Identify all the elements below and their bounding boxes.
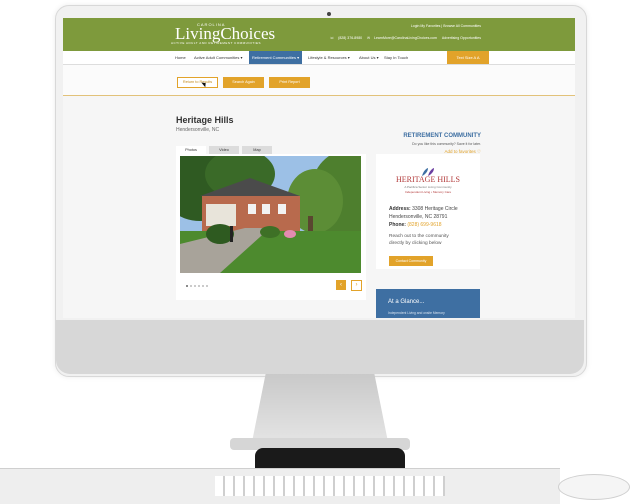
- keyboard-keys: [215, 476, 445, 496]
- community-services: Independent Living • Memory Care: [404, 190, 452, 194]
- community-name: HERITAGE HILLS: [395, 175, 460, 184]
- search-again-button[interactable]: Search Again: [223, 77, 264, 88]
- keyboard: [0, 468, 639, 504]
- house-photo-illustration: [180, 156, 361, 273]
- tab-photos[interactable]: Photos: [176, 146, 206, 154]
- reach-out-text-2: directly by clicking below: [389, 241, 442, 246]
- header-links[interactable]: Login My Favorites | Browse All Communit…: [411, 24, 481, 28]
- gallery-dot[interactable]: [186, 285, 188, 287]
- community-tagline: A Pacifica Senior Living Community: [404, 185, 452, 189]
- gallery-prev-button[interactable]: ‹: [336, 280, 346, 290]
- gallery-dot[interactable]: [202, 285, 204, 287]
- community-phone[interactable]: (828) 699-9618: [407, 222, 441, 228]
- camera-dot: [327, 12, 331, 16]
- monitor-chin: [56, 320, 584, 374]
- community-info-card: HERITAGE HILLS A Pacifica Senior Living …: [376, 154, 480, 269]
- mouse: [558, 474, 630, 500]
- return-to-results-button[interactable]: Return to Results: [177, 77, 218, 88]
- phone-label: Phone:: [389, 222, 406, 228]
- listing-location: Hendersonville, NC: [176, 127, 220, 133]
- contact-community-button[interactable]: Contact Community: [389, 256, 433, 266]
- at-a-glance-panel: At a Glance... Independent Living and on…: [376, 289, 480, 318]
- nav-home[interactable]: Home: [175, 55, 186, 60]
- nav-active-adult[interactable]: Active Adult Communities ▾: [194, 55, 242, 60]
- gallery-dot[interactable]: [198, 285, 200, 287]
- nav-stay-in-touch[interactable]: Stay In Touch: [384, 55, 408, 60]
- mail-icon: ✉: [367, 36, 371, 40]
- reach-out-text-1: Reach out to the community: [389, 234, 449, 239]
- screen: CAROLINA LivingChoices ACTIVE ADULT AND …: [63, 18, 575, 318]
- nav-about[interactable]: About Us ▾: [359, 55, 379, 60]
- nav-lifestyle[interactable]: Lifestyle & Resources ▾: [308, 55, 350, 60]
- photo-gallery: ‹ ›: [176, 154, 366, 300]
- phone-icon: ☏: [329, 36, 335, 40]
- save-prompt: Do you like this community? Save it for …: [412, 142, 481, 146]
- gallery-dot[interactable]: [194, 285, 196, 287]
- nav-retirement[interactable]: Retirement Communities ▾: [249, 51, 303, 64]
- listing-main: Heritage Hills Hendersonville, NC Photos…: [63, 96, 575, 318]
- header-email[interactable]: LearnMore@CarolinaLivingChoices.com: [374, 36, 437, 40]
- gallery-dot[interactable]: [206, 285, 208, 287]
- community-photo[interactable]: [180, 156, 361, 273]
- main-nav: Home Active Adult Communities ▾ Retireme…: [63, 51, 575, 65]
- address-line-1: Address: 3308 Heritage Circle: [389, 206, 458, 212]
- tab-video[interactable]: Video: [209, 146, 239, 154]
- header-contact: ☏ (828) 376-8980 ✉ LearnMore@CarolinaLivin…: [326, 36, 481, 40]
- site-header: CAROLINA LivingChoices ACTIVE ADULT AND …: [63, 18, 575, 51]
- address-street: 3308 Heritage Circle: [412, 206, 458, 212]
- text-size-button[interactable]: Text Size A A: [447, 51, 489, 64]
- logo-sub: ACTIVE ADULT AND RETIREMENT COMMUNITIES: [171, 41, 262, 45]
- address-label: Address:: [389, 206, 411, 212]
- phone-line: Phone: (828) 699-9618: [389, 222, 442, 228]
- header-phone[interactable]: (828) 376-8980: [338, 36, 362, 40]
- header-advertising[interactable]: Advertising Opportunities: [442, 36, 481, 40]
- print-report-button[interactable]: Print Report: [269, 77, 310, 88]
- monitor-stand: [252, 374, 388, 442]
- page-title: Heritage Hills: [176, 115, 234, 125]
- gallery-next-button[interactable]: ›: [351, 280, 362, 291]
- gallery-dot[interactable]: [190, 285, 192, 287]
- address-city: Hendersonville, NC 28791: [389, 214, 448, 220]
- tab-map[interactable]: Map: [242, 146, 272, 154]
- community-type-label: RETIREMENT COMMUNITY: [403, 133, 481, 139]
- glance-title: At a Glance...: [388, 299, 425, 305]
- action-bar: Return to Results Search Again Print Rep…: [63, 65, 575, 96]
- glance-text: Independent Living and onsite Memory: [388, 311, 445, 315]
